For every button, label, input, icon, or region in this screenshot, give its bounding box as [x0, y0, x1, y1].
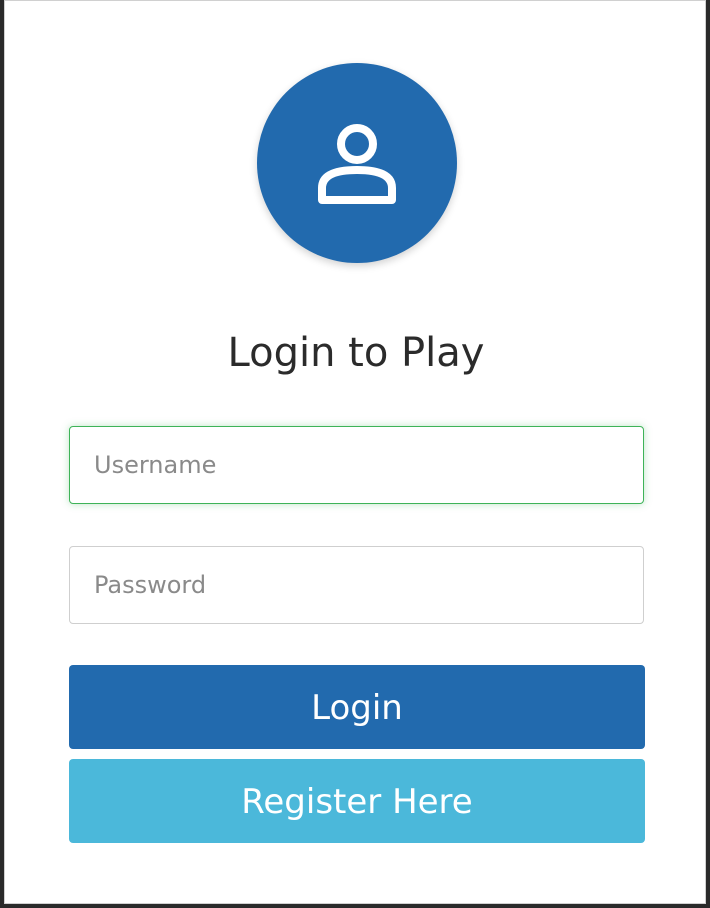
user-icon: [312, 120, 402, 206]
register-button[interactable]: Register Here: [69, 759, 645, 843]
page-title: Login to Play: [227, 330, 485, 376]
login-card: Login to Play Login Register Here: [4, 0, 706, 904]
avatar: [257, 63, 457, 263]
login-button[interactable]: Login: [69, 665, 645, 749]
password-field[interactable]: [69, 546, 644, 624]
username-field[interactable]: [69, 426, 644, 504]
